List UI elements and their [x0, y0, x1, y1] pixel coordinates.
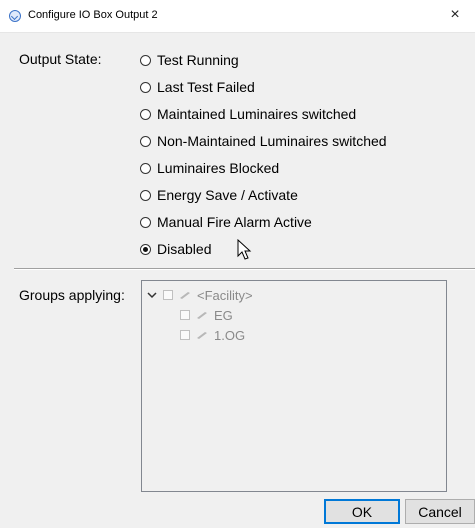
radio-label: Maintained Luminaires switched	[157, 106, 357, 122]
app-icon	[9, 10, 21, 22]
radio-luminaires-blocked[interactable]: Luminaires Blocked	[140, 157, 279, 179]
groups-tree[interactable]: <Facility> EG 1.OG	[141, 280, 447, 492]
radio-last-test-failed[interactable]: Last Test Failed	[140, 76, 255, 98]
cancel-button[interactable]: Cancel	[405, 499, 475, 524]
radio-button[interactable]	[140, 81, 151, 93]
checkbox[interactable]	[163, 290, 173, 300]
radio-test-running[interactable]: Test Running	[140, 49, 239, 71]
radio-button[interactable]	[140, 108, 151, 120]
tree-item-label: EG	[214, 307, 233, 323]
tree-item-label: <Facility>	[197, 287, 253, 303]
groups-applying-label: Groups applying:	[19, 287, 125, 303]
checkbox[interactable]	[180, 330, 190, 340]
tree-item-facility[interactable]: <Facility>	[147, 285, 253, 305]
radio-manual-fire-alarm-active[interactable]: Manual Fire Alarm Active	[140, 211, 312, 233]
tree-item-1og[interactable]: 1.OG	[180, 325, 245, 345]
radio-label: Disabled	[157, 241, 212, 257]
radio-button-selected[interactable]	[140, 243, 151, 255]
radio-button[interactable]	[140, 216, 151, 228]
separator	[14, 268, 475, 270]
radio-label: Non-Maintained Luminaires switched	[157, 133, 387, 149]
checkbox[interactable]	[180, 310, 190, 320]
group-icon	[180, 292, 190, 299]
radio-label: Luminaires Blocked	[157, 160, 280, 176]
radio-button[interactable]	[140, 135, 151, 147]
radio-label: Energy Save / Activate	[157, 187, 298, 203]
radio-disabled[interactable]: Disabled	[140, 238, 211, 260]
radio-label: Manual Fire Alarm Active	[157, 214, 312, 230]
radio-label: Test Running	[157, 52, 239, 68]
close-button[interactable]: ×	[435, 0, 475, 32]
radio-maintained-luminaires-switched[interactable]: Maintained Luminaires switched	[140, 103, 356, 125]
mouse-cursor-icon	[237, 239, 252, 260]
radio-button[interactable]	[140, 189, 151, 201]
window-title: Configure IO Box Output 2	[28, 9, 158, 21]
ok-button[interactable]: OK	[324, 499, 400, 524]
group-icon	[197, 332, 207, 339]
radio-button[interactable]	[140, 54, 151, 66]
radio-button[interactable]	[140, 162, 151, 174]
group-icon	[197, 312, 207, 319]
radio-energy-save-activate[interactable]: Energy Save / Activate	[140, 184, 298, 206]
output-state-label: Output State:	[19, 51, 102, 67]
radio-label: Last Test Failed	[157, 79, 255, 95]
chevron-down-icon[interactable]	[147, 290, 157, 300]
title-bar: Configure IO Box Output 2 ×	[0, 0, 475, 33]
tree-item-eg[interactable]: EG	[180, 305, 233, 325]
tree-item-label: 1.OG	[214, 327, 246, 343]
radio-non-maintained-luminaires-switched[interactable]: Non-Maintained Luminaires switched	[140, 130, 387, 152]
